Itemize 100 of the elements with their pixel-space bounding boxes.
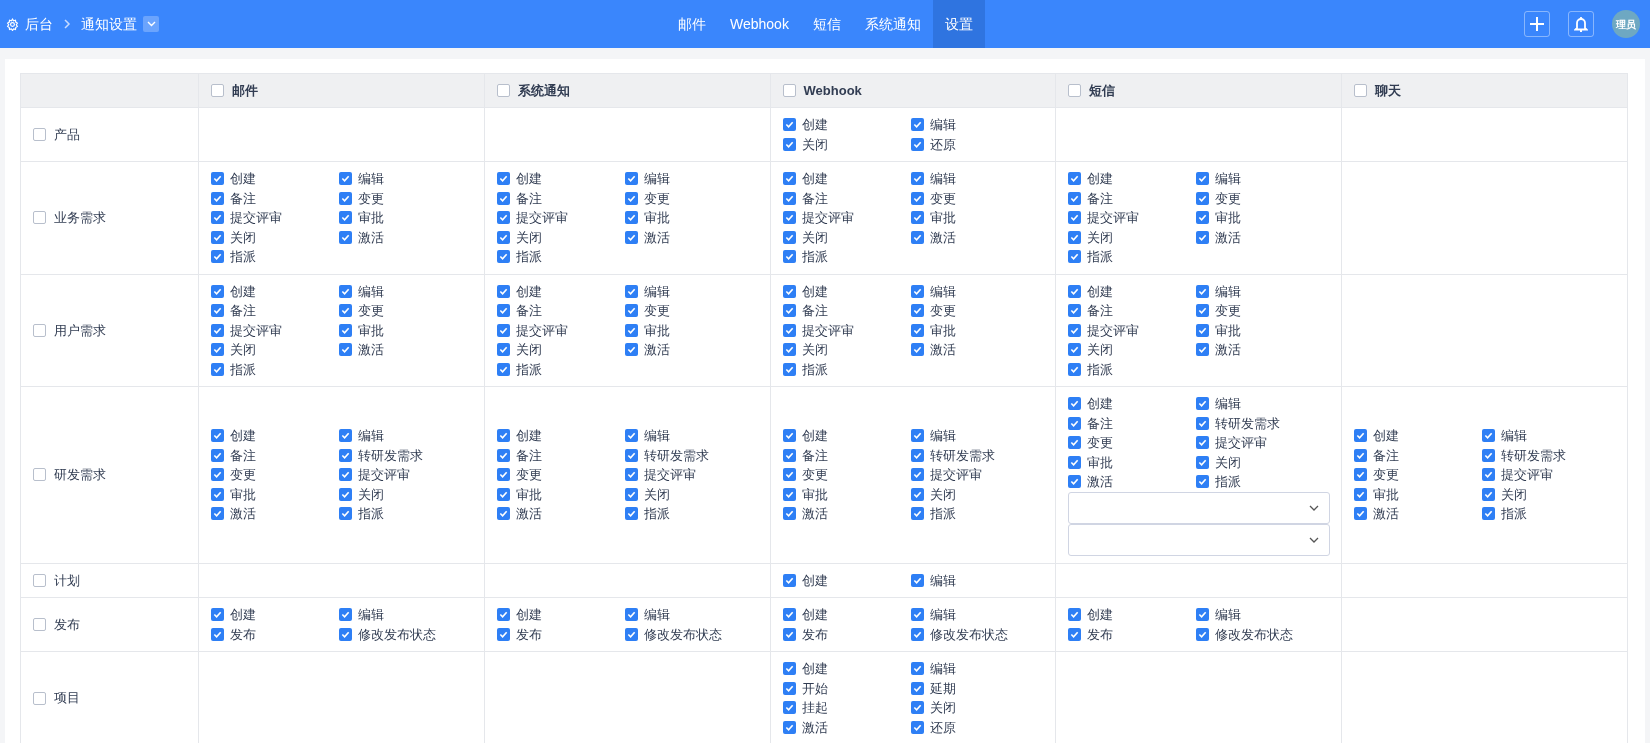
- breadcrumb-link[interactable]: 后台: [25, 13, 53, 35]
- checkbox[interactable]: [496, 191, 510, 205]
- checkbox[interactable]: [1196, 191, 1210, 205]
- checkbox[interactable]: [211, 362, 224, 376]
- checkbox[interactable]: [33, 128, 46, 141]
- nav-tab[interactable]: 短信: [800, 0, 853, 48]
- checkbox[interactable]: [496, 250, 510, 264]
- checkbox[interactable]: [496, 230, 510, 244]
- checkbox[interactable]: [624, 468, 638, 482]
- checkbox[interactable]: [782, 118, 796, 132]
- checkbox[interactable]: [1196, 230, 1210, 244]
- checkbox[interactable]: [910, 172, 924, 186]
- checkbox[interactable]: [1068, 416, 1082, 430]
- checkbox[interactable]: [910, 304, 924, 318]
- checkbox[interactable]: [624, 230, 638, 244]
- checkbox[interactable]: [211, 468, 224, 482]
- checkbox[interactable]: [782, 84, 796, 97]
- checkbox[interactable]: [782, 343, 796, 357]
- checkbox[interactable]: [496, 487, 510, 501]
- checkbox[interactable]: [624, 211, 638, 225]
- checkbox[interactable]: [211, 304, 224, 318]
- checkbox[interactable]: [910, 284, 924, 298]
- checkbox[interactable]: [1354, 468, 1368, 482]
- checkbox[interactable]: [1482, 468, 1496, 482]
- checkbox[interactable]: [211, 627, 224, 641]
- checkbox[interactable]: [1482, 487, 1496, 501]
- checkbox[interactable]: [33, 691, 46, 705]
- checkbox[interactable]: [1196, 172, 1210, 186]
- checkbox[interactable]: [1068, 475, 1082, 489]
- checkbox[interactable]: [910, 701, 924, 715]
- checkbox[interactable]: [1068, 627, 1082, 641]
- checkbox[interactable]: [782, 608, 796, 622]
- checkbox[interactable]: [496, 429, 510, 443]
- checkbox[interactable]: [910, 211, 924, 225]
- checkbox[interactable]: [782, 172, 796, 186]
- checkbox[interactable]: [339, 429, 352, 443]
- checkbox[interactable]: [211, 487, 224, 501]
- checkbox[interactable]: [339, 211, 352, 225]
- checkbox[interactable]: [1196, 304, 1210, 318]
- checkbox[interactable]: [496, 343, 510, 357]
- checkbox[interactable]: [910, 627, 924, 641]
- checkbox[interactable]: [496, 284, 510, 298]
- checkbox[interactable]: [1196, 436, 1210, 450]
- checkbox[interactable]: [33, 468, 46, 482]
- checkbox[interactable]: [910, 343, 924, 357]
- checkbox[interactable]: [1068, 250, 1082, 264]
- checkbox[interactable]: [782, 230, 796, 244]
- checkbox[interactable]: [624, 507, 638, 521]
- checkbox[interactable]: [339, 323, 352, 337]
- checkbox[interactable]: [339, 304, 352, 318]
- checkbox[interactable]: [782, 468, 796, 482]
- checkbox[interactable]: [339, 487, 352, 501]
- checkbox[interactable]: [910, 507, 924, 521]
- checkbox[interactable]: [782, 507, 796, 521]
- checkbox[interactable]: [211, 429, 224, 443]
- checkbox[interactable]: [910, 608, 924, 622]
- nav-tab[interactable]: Webhook: [718, 0, 801, 48]
- checkbox[interactable]: [496, 211, 510, 225]
- checkbox[interactable]: [1196, 416, 1210, 430]
- checkbox[interactable]: [782, 681, 796, 695]
- add-button[interactable]: [1524, 11, 1550, 37]
- checkbox[interactable]: [910, 230, 924, 244]
- checkbox[interactable]: [624, 191, 638, 205]
- notifications-button[interactable]: [1568, 11, 1594, 37]
- checkbox[interactable]: [211, 608, 224, 622]
- checkbox[interactable]: [910, 191, 924, 205]
- checkbox[interactable]: [1068, 608, 1082, 622]
- checkbox[interactable]: [1482, 507, 1496, 521]
- checkbox[interactable]: [33, 211, 46, 225]
- checkbox[interactable]: [910, 720, 924, 734]
- nav-tab[interactable]: 邮件: [666, 0, 718, 48]
- checkbox[interactable]: [910, 573, 924, 587]
- checkbox[interactable]: [339, 468, 352, 482]
- checkbox[interactable]: [339, 172, 352, 186]
- checkbox[interactable]: [782, 284, 796, 298]
- checkbox[interactable]: [1482, 429, 1496, 443]
- checkbox[interactable]: [782, 429, 796, 443]
- checkbox[interactable]: [211, 172, 224, 186]
- checkbox[interactable]: [339, 448, 352, 462]
- checkbox[interactable]: [1196, 397, 1210, 411]
- checkbox[interactable]: [211, 343, 224, 357]
- checkbox[interactable]: [1196, 323, 1210, 337]
- checkbox[interactable]: [1196, 455, 1210, 469]
- checkbox[interactable]: [624, 284, 638, 298]
- checkbox[interactable]: [339, 627, 352, 641]
- checkbox[interactable]: [496, 304, 510, 318]
- checkbox[interactable]: [211, 84, 224, 97]
- checkbox[interactable]: [211, 507, 224, 521]
- checkbox[interactable]: [1068, 343, 1082, 357]
- checkbox[interactable]: [1068, 455, 1082, 469]
- checkbox[interactable]: [782, 701, 796, 715]
- checkbox[interactable]: [1068, 323, 1082, 337]
- checkbox[interactable]: [624, 429, 638, 443]
- checkbox[interactable]: [624, 304, 638, 318]
- checkbox[interactable]: [1482, 448, 1496, 462]
- checkbox[interactable]: [910, 487, 924, 501]
- checkbox[interactable]: [910, 118, 924, 132]
- checkbox[interactable]: [624, 343, 638, 357]
- checkbox[interactable]: [782, 191, 796, 205]
- checkbox[interactable]: [211, 191, 224, 205]
